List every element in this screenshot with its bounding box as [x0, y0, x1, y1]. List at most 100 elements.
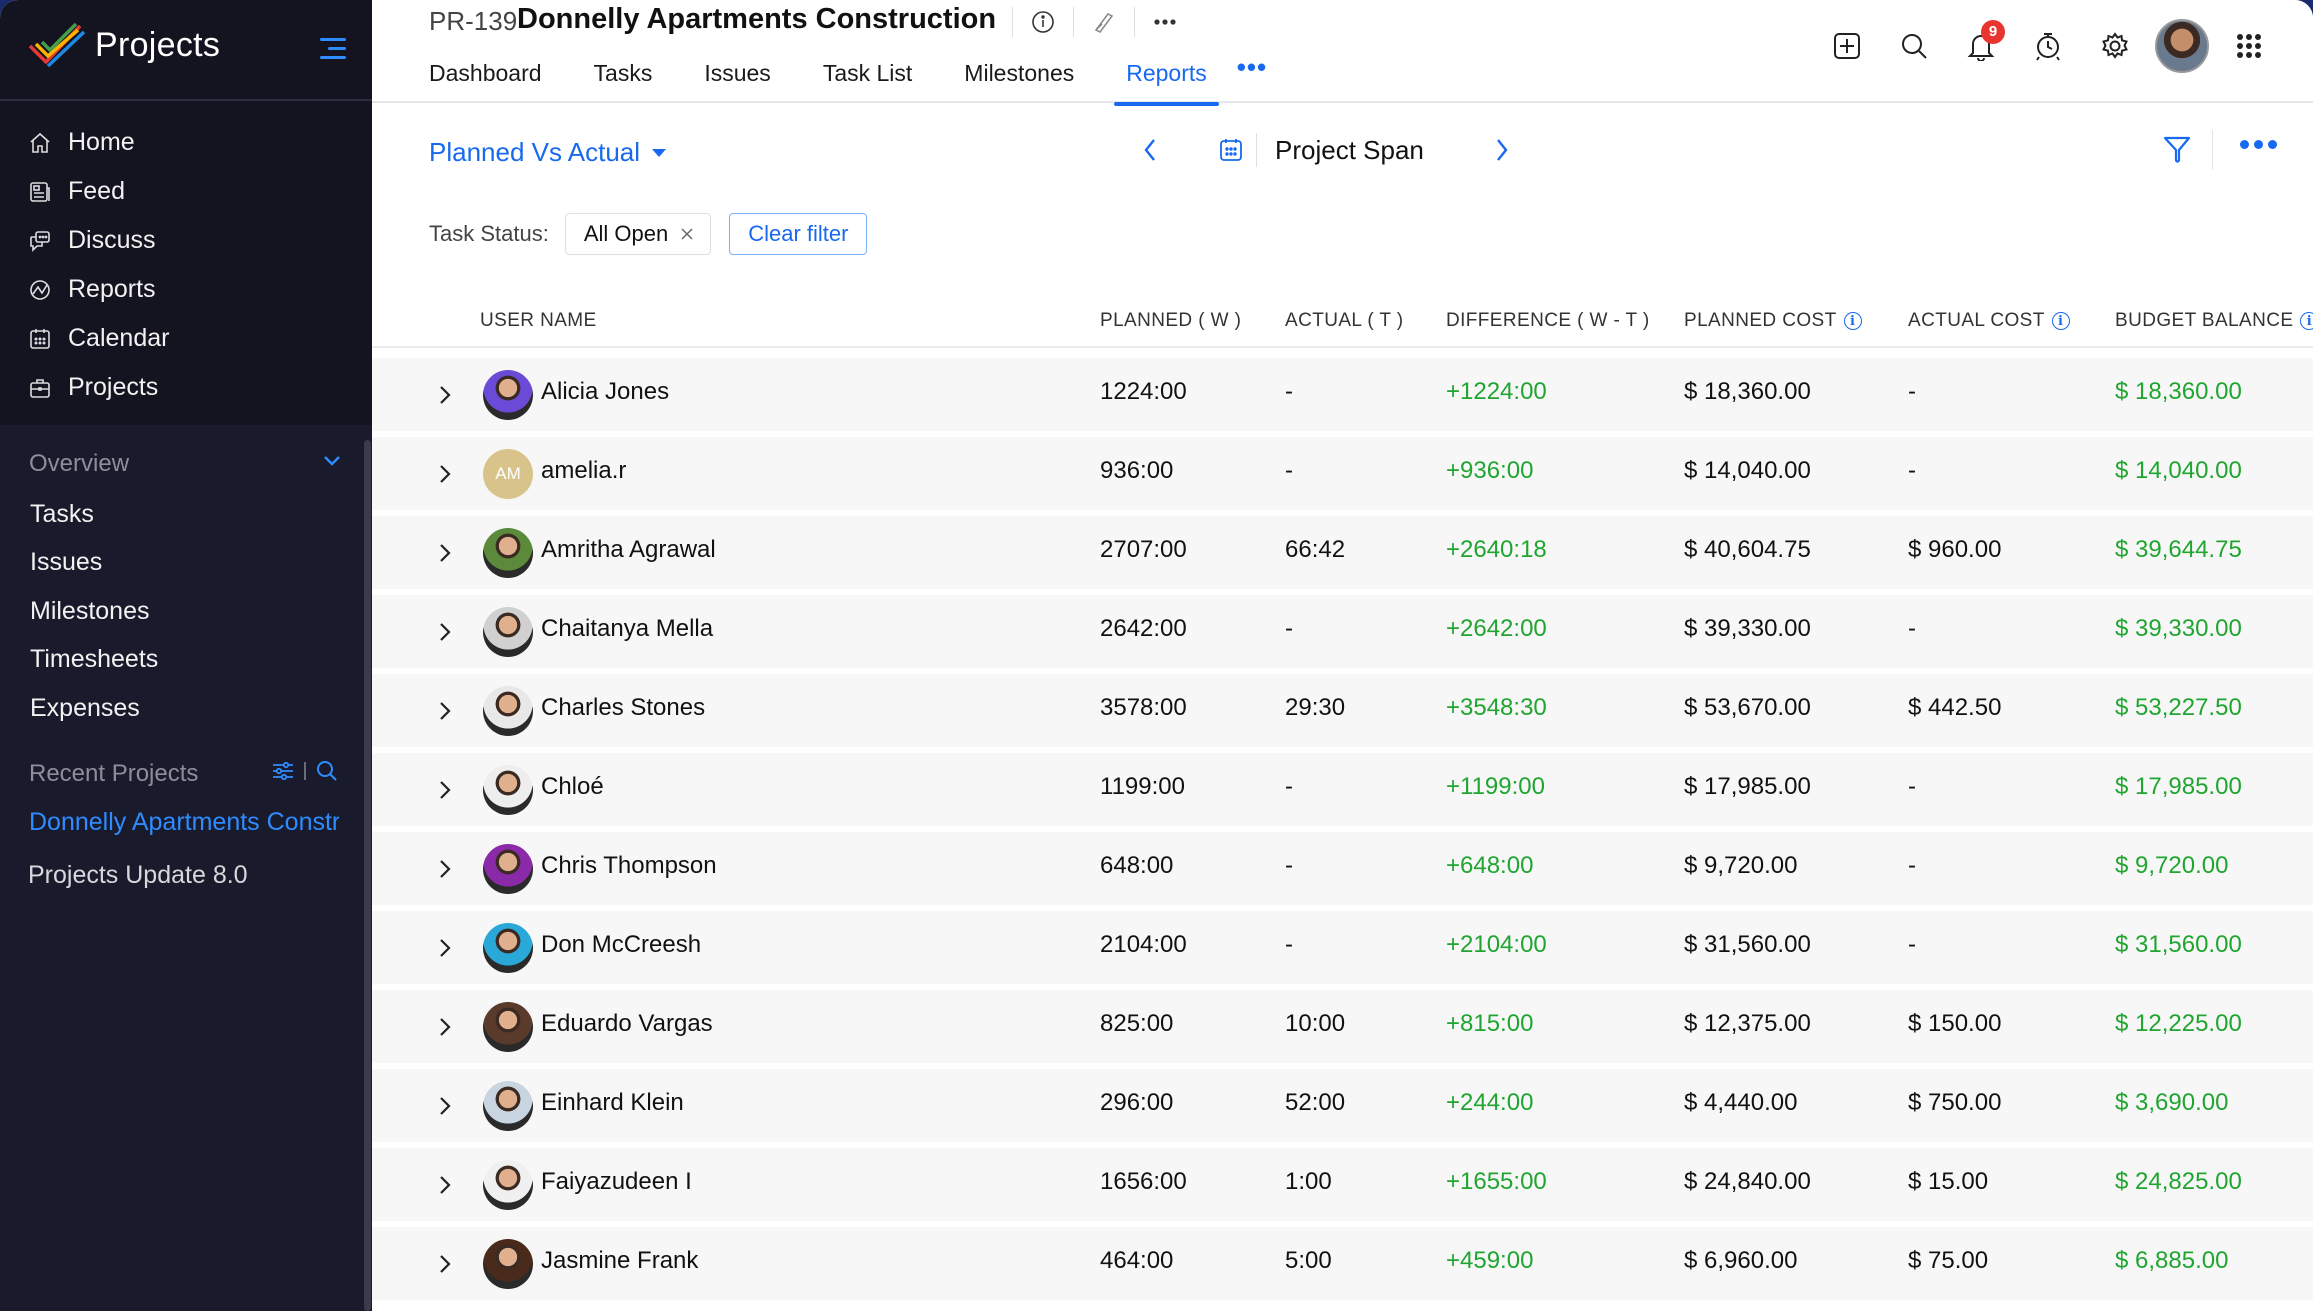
expand-row-chevron-icon[interactable]	[438, 937, 452, 964]
table-row[interactable]: Jasmine Frank 464:00 5:00 +459:00 $ 6,960.00…	[372, 1227, 2313, 1300]
chevron-down-icon[interactable]	[322, 454, 342, 468]
overview-item-tasks[interactable]: Tasks	[30, 500, 94, 529]
recent-project-link[interactable]: Projects Update 8.0	[28, 861, 248, 890]
user-name[interactable]: Eduardo Vargas	[541, 1010, 713, 1038]
table-row[interactable]: Einhard Klein 296:00 52:00 +244:00 $ 4,440.0…	[372, 1069, 2313, 1142]
tab-issues[interactable]: Issues	[704, 56, 770, 100]
clear-filter-button[interactable]: Clear filter	[729, 213, 868, 255]
global-search-button[interactable]	[1880, 20, 1947, 72]
expand-row-chevron-icon[interactable]	[438, 858, 452, 885]
budget-balance: $ 14,040.00	[2115, 457, 2242, 484]
recent-project-link[interactable]: Donnelly Apartments Construction	[29, 808, 339, 837]
table-row[interactable]: Faiyazudeen I 1656:00 1:00 +1655:00 $ 24,840…	[372, 1148, 2313, 1221]
column-header-user-name[interactable]: USER NAME	[480, 310, 597, 332]
more-tabs-button[interactable]: •••	[1237, 52, 1267, 100]
feed-icon	[28, 180, 52, 204]
expand-row-chevron-icon[interactable]	[438, 542, 452, 569]
previous-span-button[interactable]	[1142, 137, 1158, 163]
sliders-icon[interactable]	[272, 761, 294, 781]
expand-row-chevron-icon[interactable]	[438, 1253, 452, 1280]
info-icon[interactable]: i	[2300, 312, 2313, 330]
user-name[interactable]: Chloé	[541, 773, 604, 801]
tab-dashboard[interactable]: Dashboard	[429, 56, 542, 100]
tab-milestones[interactable]: Milestones	[964, 56, 1074, 100]
nav-item-discuss[interactable]: Discuss	[0, 216, 372, 265]
info-icon[interactable]: i	[1843, 312, 1862, 330]
filter-chip[interactable]: All Open	[564, 213, 712, 255]
project-info-button[interactable]	[1013, 10, 1073, 34]
overview-item-expenses[interactable]: Expenses	[30, 694, 140, 723]
nav-item-calendar[interactable]: Calendar	[0, 314, 372, 363]
notifications-button[interactable]: 9	[1947, 20, 2014, 72]
column-header-actual-cost[interactable]: ACTUAL COST i	[1908, 310, 2070, 332]
expand-row-chevron-icon[interactable]	[438, 1016, 452, 1043]
table-row[interactable]: Chloé 1199:00 - +1199:00 $ 17,985.00 - $ 17,98…	[372, 753, 2313, 826]
collapse-sidebar-button[interactable]	[318, 36, 346, 60]
overview-item-milestones[interactable]: Milestones	[30, 597, 150, 626]
quick-add-button[interactable]	[1813, 20, 1880, 72]
user-name[interactable]: Amritha Agrawal	[541, 536, 716, 564]
user-name[interactable]: Chris Thompson	[541, 852, 717, 880]
tab-tasks[interactable]: Tasks	[594, 56, 653, 100]
info-icon[interactable]: i	[2051, 312, 2070, 330]
calendar-picker-button[interactable]	[1218, 137, 1244, 163]
report-more-button[interactable]	[2240, 140, 2277, 149]
user-name[interactable]: Chaitanya Mella	[541, 615, 713, 643]
expand-row-chevron-icon[interactable]	[438, 384, 452, 411]
actual-hours: -	[1285, 931, 1293, 958]
column-header-planned-cost[interactable]: PLANNED COST i	[1684, 310, 1862, 332]
user-name[interactable]: Don McCreesh	[541, 931, 701, 959]
filter-button[interactable]	[2162, 134, 2192, 169]
sidebar-scrollbar[interactable]	[364, 440, 371, 1311]
nav-item-reports[interactable]: Reports	[0, 265, 372, 314]
timer-button[interactable]	[2014, 20, 2081, 72]
next-span-button[interactable]	[1494, 137, 1510, 163]
column-header-budget-balance[interactable]: BUDGET BALANCE i	[2115, 310, 2313, 332]
table-row[interactable]: Charles Stones 3578:00 29:30 +3548:30 $ 53,6…	[372, 674, 2313, 747]
user-name[interactable]: Einhard Klein	[541, 1089, 684, 1117]
nav-item-projects[interactable]: Projects	[0, 363, 372, 412]
expand-row-chevron-icon[interactable]	[438, 1174, 452, 1201]
overview-heading[interactable]: Overview	[29, 450, 129, 478]
table-row[interactable]: Alicia Jones 1224:00 - +1224:00 $ 18,360.00 -…	[372, 358, 2313, 431]
table-row[interactable]: Don McCreesh 2104:00 - +2104:00 $ 31,560.00 -…	[372, 911, 2313, 984]
project-more-button[interactable]	[1135, 18, 1195, 26]
column-header-actual[interactable]: ACTUAL ( T )	[1285, 310, 1403, 332]
planned-cost: $ 17,985.00	[1684, 773, 1811, 800]
table-row[interactable]: Amritha Agrawal 2707:00 66:42 +2640:18 $ 40,…	[372, 516, 2313, 589]
tab-reports[interactable]: Reports	[1114, 56, 1219, 106]
user-name[interactable]: amelia.r	[541, 457, 626, 485]
expand-row-chevron-icon[interactable]	[438, 463, 452, 490]
column-header-planned[interactable]: PLANNED ( W )	[1100, 310, 1241, 332]
edit-project-button[interactable]	[1074, 10, 1134, 34]
nav-item-feed[interactable]: Feed	[0, 167, 372, 216]
budget-balance: $ 6,885.00	[2115, 1247, 2229, 1274]
user-name[interactable]: Charles Stones	[541, 694, 705, 722]
report-type-dropdown[interactable]: Planned Vs Actual	[429, 137, 667, 168]
table-row[interactable]: AM amelia.r 936:00 - +936:00 $ 14,040.00 - $ 14…	[372, 437, 2313, 510]
expand-row-chevron-icon[interactable]	[438, 621, 452, 648]
column-header-difference[interactable]: DIFFERENCE ( W - T )	[1446, 310, 1650, 332]
table-row[interactable]: Eduardo Vargas 825:00 10:00 +815:00 $ 12,375…	[372, 990, 2313, 1063]
settings-button[interactable]	[2081, 20, 2148, 72]
table-row[interactable]: Chris Thompson 648:00 - +648:00 $ 9,720.00 - $…	[372, 832, 2313, 905]
expand-row-chevron-icon[interactable]	[438, 700, 452, 727]
actual-hours: -	[1285, 773, 1293, 800]
avatar	[483, 844, 533, 894]
overview-item-issues[interactable]: Issues	[30, 548, 102, 577]
tab-task-list[interactable]: Task List	[823, 56, 912, 100]
table-row[interactable]: Chaitanya Mella 2642:00 - +2642:00 $ 39,330.…	[372, 595, 2313, 668]
overview-item-timesheets[interactable]: Timesheets	[30, 645, 158, 674]
remove-filter-button[interactable]	[680, 227, 694, 241]
expand-row-chevron-icon[interactable]	[438, 779, 452, 806]
app-launcher-button[interactable]	[2215, 20, 2282, 72]
user-avatar-button[interactable]	[2148, 19, 2215, 73]
user-name[interactable]: Alicia Jones	[541, 378, 669, 406]
nav-item-home[interactable]: Home	[0, 118, 372, 167]
user-name[interactable]: Faiyazudeen I	[541, 1168, 692, 1196]
search-icon[interactable]	[316, 760, 338, 782]
user-name[interactable]: Jasmine Frank	[541, 1247, 698, 1275]
expand-row-chevron-icon[interactable]	[438, 1095, 452, 1122]
avatar	[483, 1081, 533, 1131]
actual-cost: -	[1908, 615, 1916, 642]
